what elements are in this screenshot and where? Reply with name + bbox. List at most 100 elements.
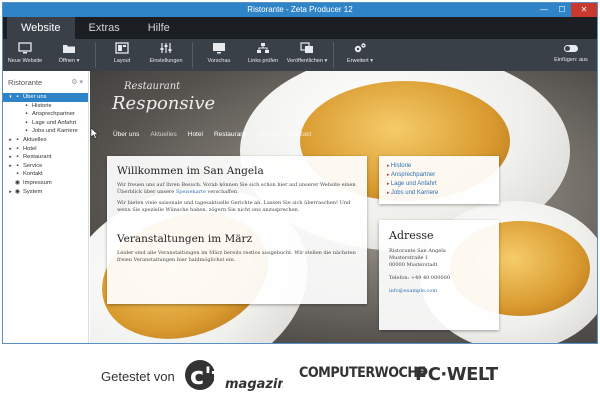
menu-link[interactable]: Speisekarte — [176, 189, 206, 195]
sidebar-title: Ristorante — [8, 77, 43, 87]
site-logo-line2: Responsive — [112, 93, 216, 114]
welcome-paragraph-2: Wir bieten viele saisonale und tagesaktu… — [117, 200, 351, 213]
tab-extras[interactable]: Extras — [75, 17, 134, 39]
quick-links-panel: ▸ Historie ▸ Ansprechpartner ▸ Lage und … — [379, 156, 499, 204]
quick-link[interactable]: ▸ Lage und Anfahrt — [387, 180, 491, 189]
site-tree-sidebar: Ristorante ⚙ ▾ ▾ ▪ Über uns ▪ Historie ▪ Anspr… — [3, 71, 89, 343]
email-link[interactable]: info@example.com — [389, 288, 489, 295]
open-label: Öffnen ▾ — [58, 58, 80, 64]
expander-icon[interactable]: ▾ — [7, 93, 14, 102]
sidebar-item[interactable]: ▸ ▪ Restaurant — [3, 153, 88, 162]
gear-icon[interactable]: ⚙ ▾ — [71, 78, 83, 86]
window-title: Ristorante - Zeta Producer 12 — [247, 5, 353, 14]
page-icon: ▪ — [25, 128, 28, 135]
page-icon: ▪ — [16, 145, 19, 152]
settings-label: Einstellungen — [149, 58, 183, 64]
page-icon: ▪ — [25, 119, 28, 126]
quick-link[interactable]: ▸ Jobs und Karriere — [387, 189, 491, 198]
check-links-button[interactable]: Links prüfen — [241, 42, 285, 64]
publish-button[interactable]: Veröffentlichen ▾ — [285, 42, 329, 64]
ribbon-divider — [333, 42, 334, 68]
preview-label: Vorschau — [207, 58, 231, 64]
advanced-button[interactable]: Erweitert ▾ — [338, 42, 382, 64]
expander-icon[interactable]: ▸ — [7, 153, 14, 162]
site-nav-item[interactable]: Kontakt — [289, 131, 311, 138]
site-nav-item[interactable]: Hotel — [188, 131, 203, 138]
preview-button[interactable]: Vorschau — [197, 42, 241, 64]
sidebar-item[interactable]: ▸ ▪ Service — [3, 162, 88, 171]
sidebar-item[interactable]: ▪ Ansprechpartner — [3, 110, 88, 119]
site-nav-item[interactable]: Service — [257, 131, 279, 138]
site-tree: ▾ ▪ Über uns ▪ Historie ▪ Ansprechpartner ▪ Lage… — [3, 93, 88, 196]
address-line: Musterstraße 1 — [389, 255, 429, 261]
toggle-icon — [564, 45, 578, 52]
sidebar-item[interactable]: ▸ ▪ Aktuelles — [3, 136, 88, 145]
page-icon: ▪ — [16, 154, 19, 161]
welcome-heading: Willkommen im San Angela — [117, 165, 264, 177]
publish-icon — [299, 42, 315, 56]
insert-label: Einfügen: aus — [554, 57, 588, 63]
site-nav-item[interactable]: Restaurant — [214, 131, 246, 138]
sidebar-item-label: Impressum — [23, 179, 52, 186]
sidebar-item[interactable]: ▪ Historie — [3, 102, 88, 111]
sliders-icon — [158, 42, 174, 56]
app-window: Ristorante - Zeta Producer 12 — ☐ ✕ Webs… — [2, 2, 598, 344]
layout-icon — [114, 42, 130, 56]
monitor-icon — [17, 42, 33, 56]
settings-button[interactable]: Einstellungen — [144, 42, 188, 64]
sidebar-item-label: Hotel — [23, 145, 37, 152]
events-heading: Veranstaltungen im März — [117, 233, 253, 245]
site-nav-item[interactable]: Über uns — [113, 131, 139, 138]
tab-website[interactable]: Website — [7, 17, 75, 39]
eye-icon: ◉ — [14, 179, 21, 186]
computerwoche-logo: COMPUTERWOCHE — [299, 365, 426, 381]
sidebar-item[interactable]: ◉ Impressum — [3, 179, 88, 188]
site-nav-item[interactable]: Aktuelles — [150, 131, 176, 138]
ribbon-toolbar: Neue Website Öffnen ▾ Layout Einstellung — [3, 39, 597, 71]
layout-button[interactable]: Layout — [100, 42, 144, 64]
sidebar-item[interactable]: ▪ Jobs und Karriere — [3, 127, 88, 136]
sidebar-item[interactable]: ▾ ▪ Über uns — [3, 93, 88, 102]
minimize-button[interactable]: — — [535, 3, 553, 17]
sidebar-item[interactable]: ▪ Kontakt — [3, 170, 88, 179]
site-navigation: Über uns Aktuelles Hotel Restaurant Serv… — [113, 131, 311, 138]
ct-logo-text: c't — [190, 362, 223, 390]
title-bar: Ristorante - Zeta Producer 12 — ☐ ✕ — [3, 3, 597, 17]
quick-link[interactable]: ▸ Historie — [387, 162, 491, 171]
publish-label: Veröffentlichen ▾ — [286, 58, 328, 64]
expander-icon[interactable]: ▸ — [7, 188, 14, 197]
events-paragraph: Leider sind alle Veranstaltungen im März… — [117, 250, 356, 263]
expander-icon[interactable]: ▸ — [7, 145, 14, 154]
new-website-button[interactable]: Neue Website — [3, 42, 47, 64]
sidebar-item-label: System — [23, 188, 43, 195]
sidebar-item[interactable]: ▪ Lage und Anfahrt — [3, 119, 88, 128]
website-preview: Restaurant Responsive Über uns Aktuelles… — [90, 71, 597, 343]
ribbon-divider — [192, 42, 193, 68]
sidebar-header: Ristorante ⚙ ▾ — [3, 71, 88, 93]
sidebar-item-label: Kontakt — [23, 171, 43, 178]
address-line: Ristorante San Angela — [389, 248, 446, 254]
insert-toggle[interactable]: Einfügen: aus — [545, 42, 597, 63]
sidebar-item[interactable]: ▸ ◉ System — [3, 188, 88, 197]
sidebar-item-label: Lage und Anfahrt — [32, 119, 77, 126]
new-website-label: Neue Website — [7, 58, 43, 64]
close-button[interactable]: ✕ — [571, 3, 597, 17]
expander-icon[interactable]: ▸ — [7, 136, 14, 145]
welcome-paragraph: Wir freuen uns auf Ihren Besuch. Vorab k… — [117, 182, 356, 195]
page-icon: ▪ — [25, 111, 28, 118]
tab-hilfe[interactable]: Hilfe — [134, 17, 184, 39]
sidebar-item-label: Über uns — [23, 94, 47, 100]
site-logo-line1: Restaurant — [124, 81, 181, 92]
address-heading: Adresse — [389, 229, 434, 242]
gears-icon — [352, 42, 368, 56]
ribbon-tabs: Website Extras Hilfe — [3, 17, 597, 39]
layout-label: Layout — [113, 58, 131, 64]
open-button[interactable]: Öffnen ▾ — [47, 42, 91, 64]
phone-text: Telefon: +49 40 000000 — [389, 275, 450, 281]
sidebar-item-label: Aktuelles — [23, 136, 47, 143]
maximize-button[interactable]: ☐ — [553, 3, 571, 17]
sidebar-item[interactable]: ▸ ▪ Hotel — [3, 145, 88, 154]
sitemap-icon — [255, 42, 271, 56]
quick-link[interactable]: ▸ Ansprechpartner — [387, 171, 491, 180]
expander-icon[interactable]: ▸ — [7, 162, 14, 171]
